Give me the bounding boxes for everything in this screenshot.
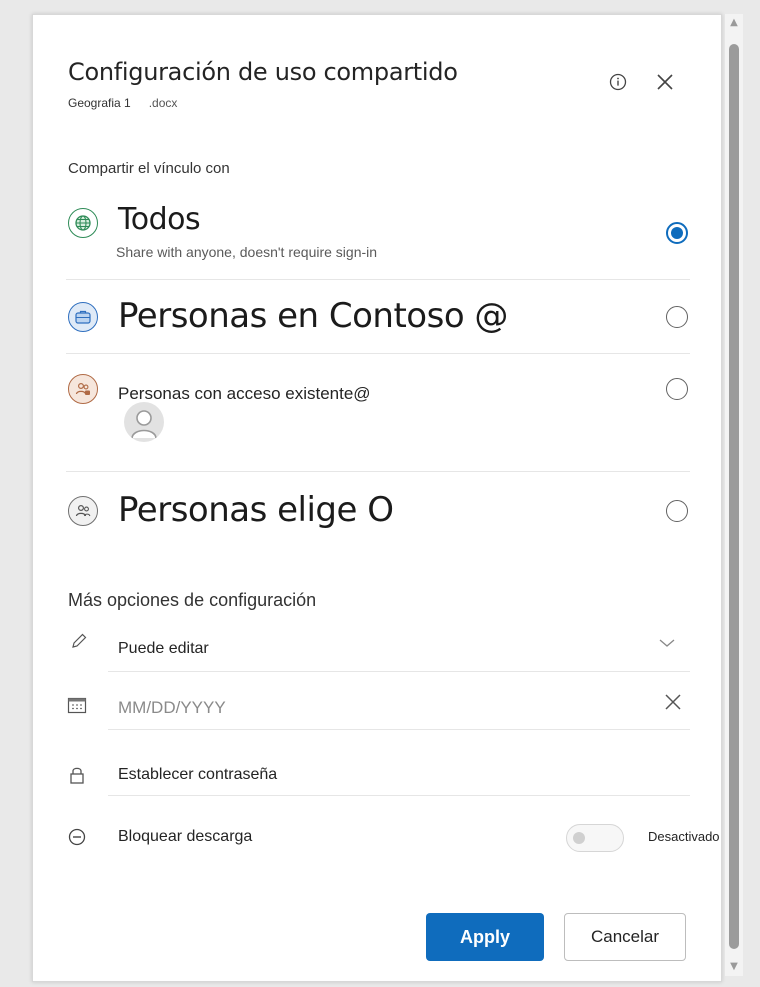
scrollbar-thumb[interactable] [729, 44, 739, 949]
radio-anyone[interactable] [666, 222, 688, 244]
avatar [124, 402, 164, 442]
share-option-anyone[interactable]: Todos Share with anyone, doesn't require… [66, 196, 690, 280]
toggle-state-label: Desactivado [648, 829, 720, 844]
people-icon [68, 374, 98, 404]
people-icon [68, 496, 98, 526]
scroll-down-arrow-icon[interactable]: ▼ [725, 958, 743, 976]
divider [108, 729, 690, 730]
close-icon[interactable] [652, 69, 678, 95]
option-title: Todos [118, 202, 201, 237]
set-password-label: Establecer contraseña [118, 766, 278, 783]
apply-button[interactable]: Apply [426, 913, 544, 961]
permission-dropdown[interactable]: Puede editar [66, 618, 690, 672]
more-settings-label: Más opciones de configuración [68, 590, 317, 610]
option-title: Personas con acceso existente@ [118, 384, 371, 403]
divider [108, 795, 690, 796]
scroll-up-arrow-icon[interactable]: ▲ [725, 14, 743, 32]
cancel-button[interactable]: Cancelar [564, 913, 686, 961]
share-option-existing-access[interactable]: Personas con acceso existente@ [66, 354, 690, 472]
file-name: Geografia 1 .docx [68, 96, 177, 110]
calendar-icon [66, 694, 88, 716]
block-download-toggle[interactable] [566, 824, 624, 852]
share-with-label: Compartir el vínculo con [68, 160, 230, 177]
clear-date-icon[interactable] [664, 693, 682, 716]
lock-icon [66, 764, 88, 786]
option-subtitle: Share with anyone, doesn't require sign-… [116, 244, 378, 260]
divider [108, 671, 690, 672]
share-option-organization[interactable]: Personas en Contoso @ [66, 280, 690, 354]
info-icon[interactable] [608, 72, 628, 92]
set-password-row[interactable]: Establecer contraseña [66, 742, 690, 796]
radio-organization[interactable] [666, 306, 688, 328]
globe-icon [68, 208, 98, 238]
briefcase-icon [68, 302, 98, 332]
file-extension: .docx [148, 96, 178, 110]
block-download-label: Bloquear descarga [118, 828, 253, 845]
permission-value: Puede editar [118, 640, 209, 657]
option-title: Personas en Contoso @ [118, 296, 508, 336]
radio-specific-people[interactable] [666, 500, 688, 522]
chevron-down-icon[interactable] [658, 636, 676, 654]
dialog-title: Configuración de uso compartido [68, 58, 458, 86]
date-input[interactable]: MM/DD/YYYY [118, 698, 226, 718]
block-icon [66, 826, 88, 848]
pencil-icon [68, 630, 90, 652]
radio-existing-access[interactable] [666, 378, 688, 400]
share-option-specific-people[interactable]: Personas elige O [66, 472, 690, 554]
expiration-date-field[interactable]: MM/DD/YYYY [66, 676, 690, 730]
block-download-row: Bloquear descarga Desactivado [66, 810, 720, 864]
scrollbar[interactable]: ▲ ▼ [725, 14, 743, 976]
toggle-knob [573, 832, 585, 844]
option-title: Personas elige O [118, 490, 394, 530]
file-name-text: Geografia 1 [68, 96, 131, 110]
